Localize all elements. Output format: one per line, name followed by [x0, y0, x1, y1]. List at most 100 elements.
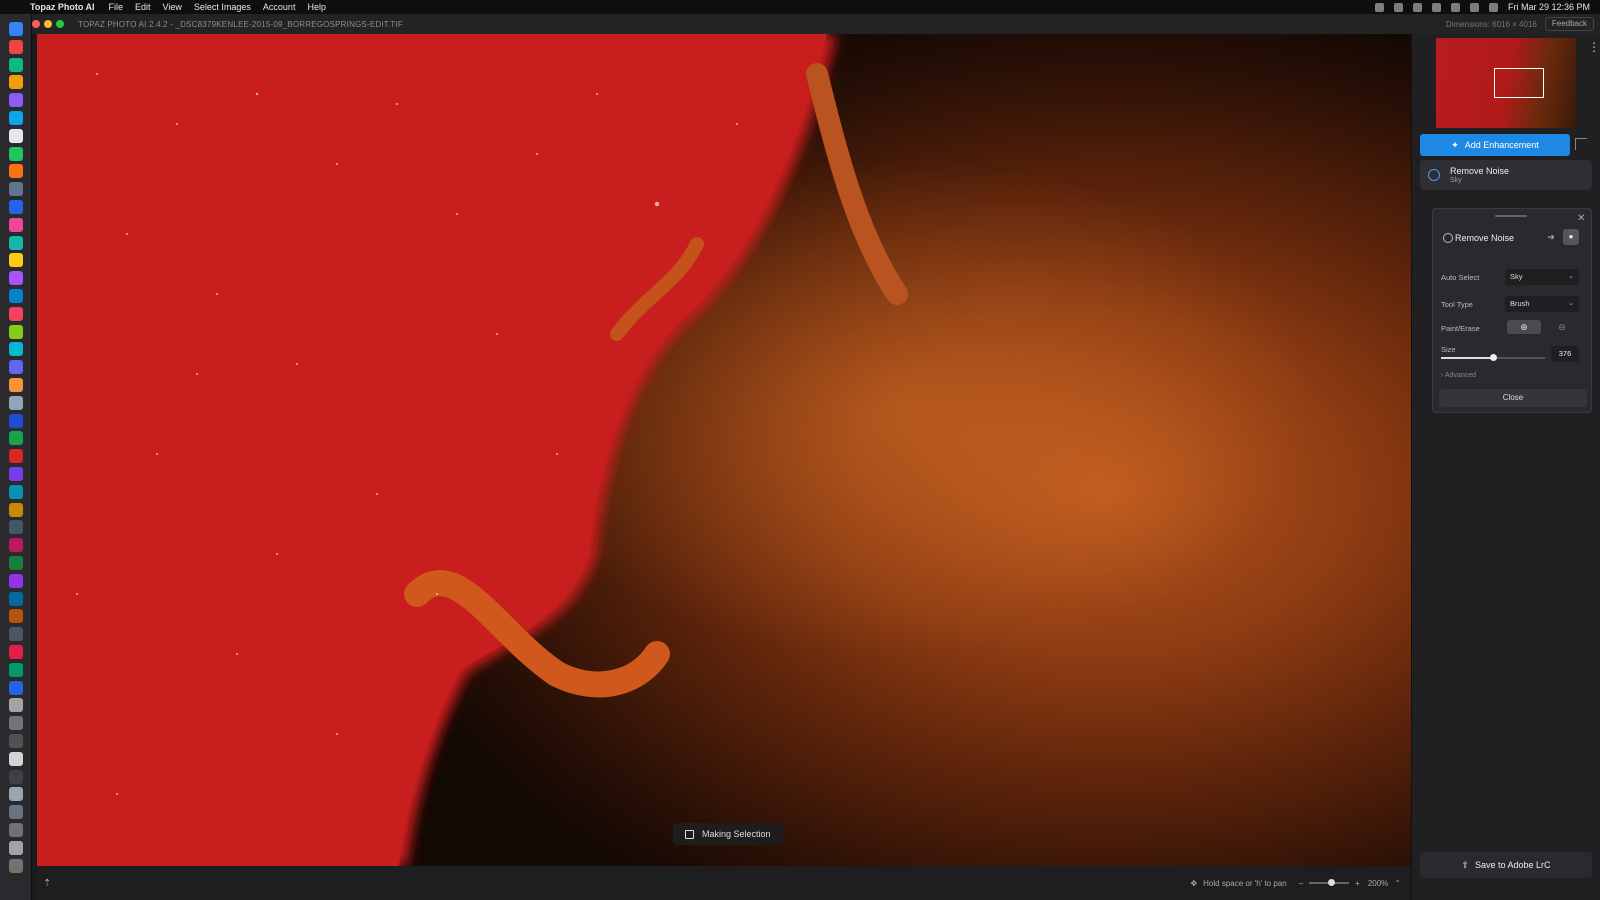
dock-app-icon[interactable]	[9, 93, 23, 108]
dock-app-icon[interactable]	[9, 271, 23, 286]
tray-wifi-icon[interactable]	[1450, 2, 1460, 12]
save-to-lrc-button[interactable]: ⇪ Save to Adobe LrC	[1420, 852, 1592, 878]
dock-app-icon[interactable]	[9, 769, 23, 784]
dock-app-icon[interactable]	[9, 805, 23, 820]
dock-app-icon[interactable]	[9, 716, 23, 731]
dock-app-icon[interactable]	[9, 662, 23, 677]
zoom-slider[interactable]	[1309, 879, 1350, 886]
making-selection-label: Making Selection	[702, 829, 771, 839]
tool-type-dropdown[interactable]: Brush ⌄	[1505, 296, 1579, 312]
zoom-in-button[interactable]: +	[1355, 879, 1360, 888]
dock-app-icon[interactable]	[9, 182, 23, 197]
menu-edit[interactable]: Edit	[135, 2, 151, 12]
menu-file[interactable]: File	[109, 2, 124, 12]
dock-app-icon[interactable]	[9, 502, 23, 517]
dock-app-icon[interactable]	[9, 164, 23, 179]
menu-select-images[interactable]: Select Images	[194, 2, 251, 12]
dock-app-icon[interactable]	[9, 449, 23, 464]
dock-app-icon[interactable]	[9, 787, 23, 802]
dock-app-icon[interactable]	[9, 840, 23, 855]
dock-app-icon[interactable]	[9, 324, 23, 339]
close-button[interactable]: Close	[1439, 389, 1587, 407]
invert-arrow-icon[interactable]: ➜	[1543, 229, 1559, 245]
dock-app-icon[interactable]	[9, 378, 23, 392]
dock-app-icon[interactable]	[9, 57, 23, 72]
minimize-window-icon[interactable]	[44, 20, 52, 28]
menu-help[interactable]: Help	[307, 2, 326, 12]
dock-app-icon[interactable]	[9, 253, 23, 268]
enhancement-item-remove-noise[interactable]: Remove Noise Sky	[1420, 160, 1592, 190]
dock-app-icon[interactable]	[9, 200, 23, 214]
dock-app-icon[interactable]	[9, 413, 23, 428]
menu-account[interactable]: Account	[263, 2, 296, 12]
zoom-dropdown-chevron-icon[interactable]: ⌃	[1394, 879, 1401, 888]
tray-bluetooth-icon[interactable]	[1431, 2, 1441, 12]
dock-app-icon[interactable]	[9, 573, 23, 588]
zoom-level[interactable]: 200%	[1368, 879, 1388, 888]
dock-app-icon[interactable]	[9, 289, 23, 303]
dock-app-icon[interactable]	[9, 146, 23, 161]
dock-app-icon[interactable]	[9, 128, 23, 143]
dock-app-icon[interactable]	[9, 395, 23, 410]
feedback-button[interactable]: Feedback	[1544, 17, 1594, 31]
tray-drop-icon[interactable]	[1374, 2, 1384, 12]
dock-app-icon[interactable]	[9, 823, 23, 837]
dock-app-icon[interactable]	[9, 556, 23, 570]
tray-display-icon[interactable]	[1393, 2, 1403, 12]
zoom-window-icon[interactable]	[56, 20, 64, 28]
dock-app-icon[interactable]	[9, 75, 23, 90]
dock-app-icon[interactable]	[9, 467, 23, 481]
navigator-thumbnail[interactable]	[1436, 38, 1576, 128]
close-icon[interactable]: ✕	[1577, 213, 1585, 224]
dock-app-icon[interactable]	[9, 734, 23, 748]
dock-app-icon[interactable]	[9, 360, 23, 375]
image-canvas[interactable]: Making Selection	[37, 34, 1411, 866]
dock-app-icon[interactable]	[9, 39, 23, 54]
making-selection-indicator: Making Selection	[673, 823, 783, 845]
app-menu-name[interactable]: Topaz Photo AI	[30, 2, 95, 12]
erase-button[interactable]: ⊖	[1545, 320, 1579, 334]
crop-icon[interactable]	[1575, 138, 1587, 150]
size-slider[interactable]	[1441, 354, 1545, 361]
size-slider-thumb[interactable]	[1490, 354, 1497, 361]
dock-app-icon[interactable]	[9, 627, 23, 642]
subject-person-icon[interactable]: ●	[1563, 229, 1579, 245]
zoom-slider-thumb[interactable]	[1328, 879, 1336, 886]
paint-button[interactable]: ⊕	[1507, 320, 1541, 334]
dock-app-icon[interactable]	[9, 538, 23, 553]
size-value-input[interactable]: 376	[1551, 346, 1579, 362]
dock-app-icon[interactable]	[9, 698, 23, 713]
dock-app-icon[interactable]	[9, 111, 23, 125]
add-enhancement-button[interactable]: ✦ Add Enhancement	[1420, 134, 1570, 156]
zoom-out-button[interactable]: –	[1299, 879, 1303, 888]
close-window-icon[interactable]	[32, 20, 40, 28]
dock-app-icon[interactable]	[9, 591, 23, 606]
more-options-icon[interactable]: ⋮	[1588, 40, 1600, 54]
dock-app-icon[interactable]	[9, 751, 23, 766]
dock-app-icon[interactable]	[9, 306, 23, 321]
tray-cloud-icon[interactable]	[1412, 2, 1422, 12]
panel-drag-handle[interactable]	[1495, 215, 1527, 217]
auto-select-dropdown[interactable]: Sky ⌄	[1505, 269, 1579, 285]
dock-app-icon[interactable]	[9, 431, 23, 446]
menu-view[interactable]: View	[163, 2, 182, 12]
dock-app-icon[interactable]	[9, 645, 23, 659]
dock-app-icon[interactable]	[9, 342, 23, 357]
tray-control-center-icon[interactable]	[1488, 2, 1498, 12]
dock-app-icon[interactable]	[9, 484, 23, 499]
dock-app-icon[interactable]	[9, 235, 23, 250]
dock-app-icon[interactable]	[9, 520, 23, 535]
dock-app-icon[interactable]	[9, 22, 23, 36]
menubar-clock[interactable]: Fri Mar 29 12:36 PM	[1508, 2, 1590, 12]
advanced-toggle[interactable]: › Advanced	[1441, 372, 1476, 379]
size-slider-fill	[1441, 357, 1493, 359]
tray-search-icon[interactable]	[1469, 2, 1479, 12]
dock-app-icon[interactable]	[9, 217, 23, 232]
navigator-viewport[interactable]	[1494, 68, 1544, 98]
upload-icon[interactable]: ⇡	[43, 878, 51, 889]
dock-app-icon[interactable]	[9, 680, 23, 695]
enhancement-title: Remove Noise	[1450, 166, 1510, 176]
dock-app-icon[interactable]	[9, 609, 23, 624]
selection-tool-panel: ✕ Remove Noise ➜ ● Auto Select Sky ⌄ Too…	[1432, 208, 1592, 413]
dock-app-icon[interactable]	[9, 858, 23, 873]
